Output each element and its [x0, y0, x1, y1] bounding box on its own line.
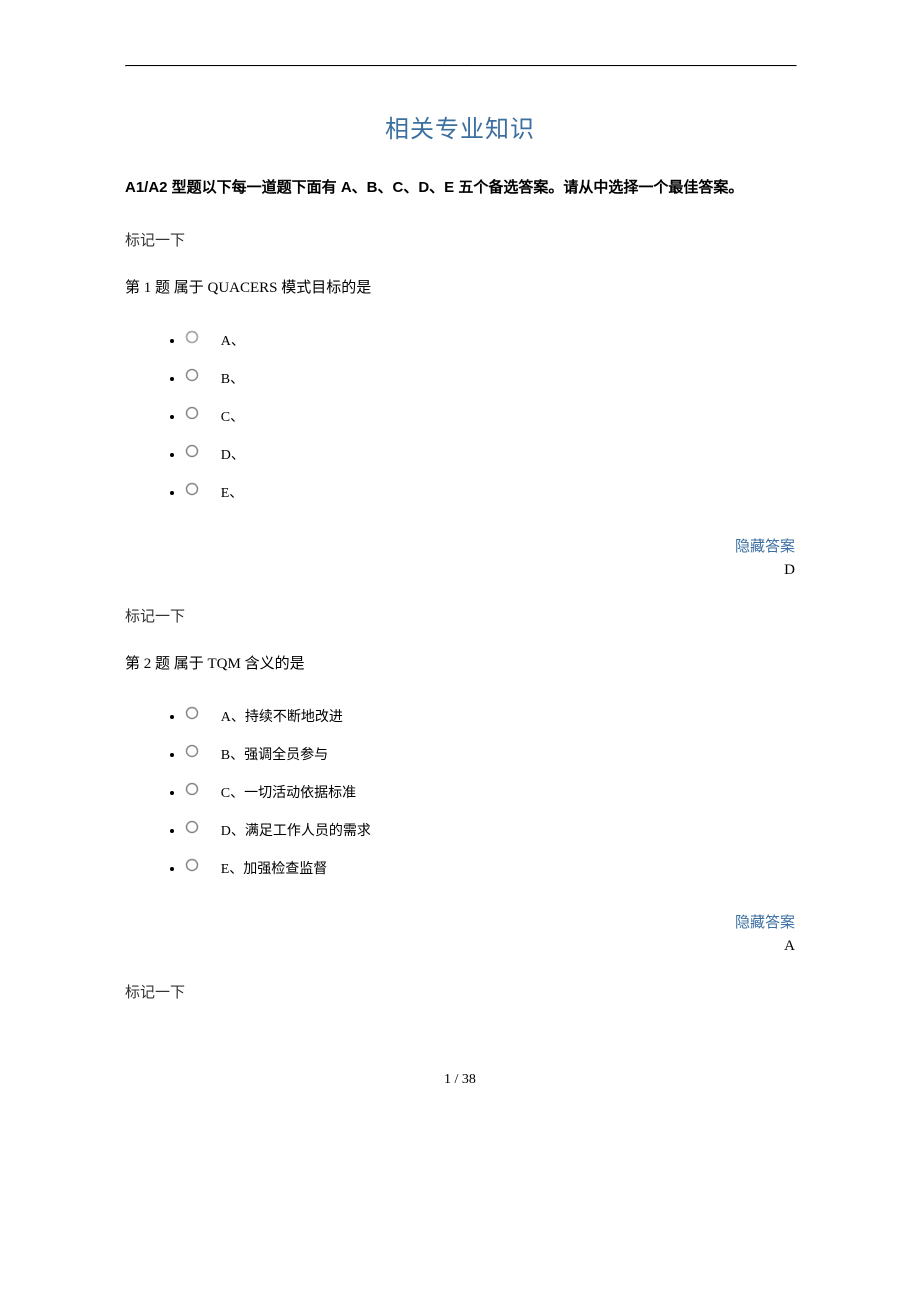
list-item[interactable]: D、 — [185, 437, 795, 475]
radio-icon[interactable] — [185, 858, 199, 876]
radio-icon[interactable] — [185, 820, 199, 838]
hide-answer-link[interactable]: 隐藏答案 — [125, 911, 795, 932]
list-item[interactable]: A、 — [185, 323, 795, 361]
list-item[interactable]: A、持续不断地改进 — [185, 699, 795, 737]
hide-answer-link[interactable]: 隐藏答案 — [125, 535, 795, 556]
list-item[interactable]: E、 — [185, 475, 795, 513]
option-label: B、强调全员参与 — [221, 748, 328, 763]
list-item[interactable]: C、一切活动依据标准 — [185, 775, 795, 813]
list-item[interactable]: B、强调全员参与 — [185, 737, 795, 775]
mark-note[interactable]: 标记一下 — [125, 605, 795, 626]
list-item[interactable]: C、 — [185, 399, 795, 437]
radio-icon[interactable] — [185, 782, 199, 800]
page-number: 1 / 38 — [125, 1072, 795, 1088]
option-label: B、 — [221, 372, 244, 387]
page-title: 相关专业知识 — [125, 109, 795, 144]
page-container: . . 相关专业知识 A1/A2 型题以下每一道题下面有 A、B、C、D、E 五… — [0, 0, 920, 1128]
option-list: A、持续不断地改进 B、强调全员参与 C、一切活动依据标准 D、满足工作人员的需… — [125, 699, 795, 889]
radio-icon[interactable] — [185, 330, 199, 348]
answer-letter: D — [125, 562, 795, 579]
answer-block: 隐藏答案 D — [125, 535, 795, 579]
mark-note[interactable]: 标记一下 — [125, 981, 795, 1002]
list-item[interactable]: E、加强检查监督 — [185, 851, 795, 889]
option-list: A、 B、 C、 D、 E、 — [125, 323, 795, 513]
option-label: A、持续不断地改进 — [221, 710, 343, 725]
option-label: E、加强检查监督 — [221, 862, 328, 877]
radio-icon[interactable] — [185, 482, 199, 500]
option-label: A、 — [221, 334, 245, 349]
list-item[interactable]: B、 — [185, 361, 795, 399]
mark-note[interactable]: 标记一下 — [125, 229, 795, 250]
radio-icon[interactable] — [185, 706, 199, 724]
top-dot-marker: . . — [125, 58, 795, 69]
answer-letter: A — [125, 938, 795, 955]
option-label: C、一切活动依据标准 — [221, 786, 356, 801]
question-stem: 第 1 题 属于 QUACERS 模式目标的是 — [125, 276, 795, 297]
radio-icon[interactable] — [185, 744, 199, 762]
option-label: D、 — [221, 448, 245, 463]
option-label: D、满足工作人员的需求 — [221, 824, 371, 839]
radio-icon[interactable] — [185, 444, 199, 462]
question-type-instruction: A1/A2 型题以下每一道题下面有 A、B、C、D、E 五个备选答案。请从中选择… — [125, 174, 795, 201]
list-item[interactable]: D、满足工作人员的需求 — [185, 813, 795, 851]
radio-icon[interactable] — [185, 368, 199, 386]
option-label: C、 — [221, 410, 244, 425]
option-label: E、 — [221, 486, 244, 501]
answer-block: 隐藏答案 A — [125, 911, 795, 955]
question-stem: 第 2 题 属于 TQM 含义的是 — [125, 652, 795, 673]
radio-icon[interactable] — [185, 406, 199, 424]
